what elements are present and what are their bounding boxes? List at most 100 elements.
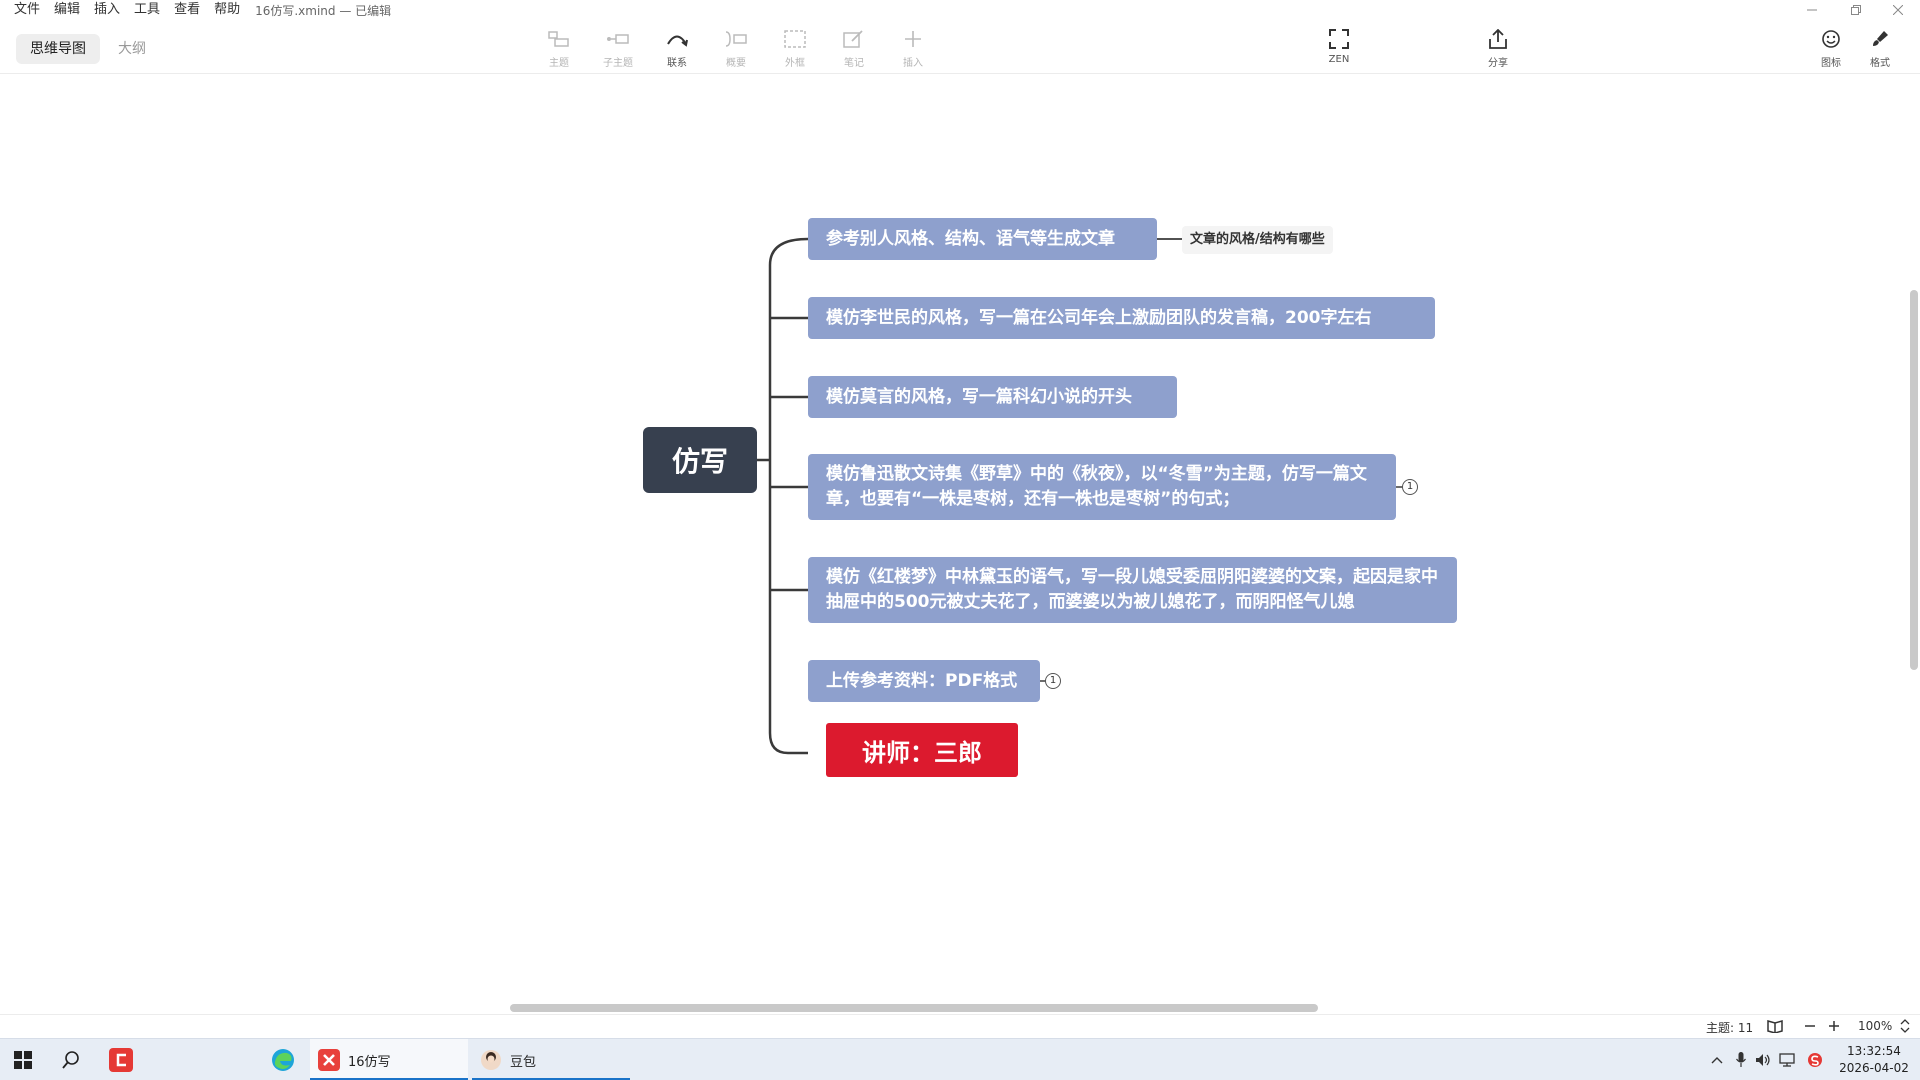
subtopic-tool-button[interactable]: 子主题 bbox=[591, 26, 645, 72]
summary-tool-label: 概要 bbox=[726, 58, 746, 69]
minimize-icon bbox=[1807, 9, 1817, 11]
topic-text: 模仿鲁迅散文诗集《野草》中的《秋夜》，以“冬雪”为主题，仿写一篇文章，也要有“一… bbox=[826, 464, 1367, 509]
icon-panel-label: 图标 bbox=[1821, 58, 1841, 69]
format-panel-button[interactable]: 格式 bbox=[1853, 26, 1907, 72]
clock-time: 13:32:54 bbox=[1847, 1044, 1901, 1058]
search-icon bbox=[62, 1051, 79, 1069]
tab-mindmap[interactable]: 思维导图 bbox=[16, 34, 100, 64]
taskbar-app-label: 豆包 bbox=[510, 1054, 537, 1070]
note-tool-label: 笔记 bbox=[844, 58, 864, 69]
speaker-icon bbox=[1756, 1054, 1770, 1066]
vertical-scrollbar[interactable] bbox=[1910, 290, 1918, 670]
doubao-avatar-icon bbox=[481, 1050, 501, 1070]
share-icon bbox=[1485, 26, 1511, 52]
close-icon bbox=[1893, 5, 1903, 15]
app-logo-icon bbox=[109, 1048, 133, 1072]
plus-icon bbox=[1829, 1021, 1839, 1031]
note-tool-button[interactable]: 笔记 bbox=[827, 26, 881, 72]
share-button[interactable]: 分享 bbox=[1471, 26, 1525, 72]
taskbar: 16仿写 豆包 13:32:54 2026-04-02 bbox=[0, 1038, 1920, 1080]
topic-count: 主题: 11 bbox=[1706, 1021, 1754, 1035]
clock-date: 2026-04-02 bbox=[1839, 1061, 1909, 1075]
summary-icon bbox=[723, 26, 749, 52]
zoom-in-button[interactable] bbox=[1825, 1017, 1843, 1035]
zen-mode-label: ZEN bbox=[1328, 54, 1350, 65]
insert-tool-label: 插入 bbox=[903, 58, 923, 69]
tray-volume[interactable] bbox=[1752, 1049, 1774, 1071]
tab-outline[interactable]: 大纲 bbox=[104, 34, 160, 64]
zen-mode-button[interactable]: ZEN bbox=[1312, 26, 1366, 72]
status-bar: 主题: 11 100% bbox=[0, 1014, 1920, 1038]
topic-tool-button[interactable]: 主题 bbox=[532, 26, 586, 72]
menu-file[interactable]: 文件 bbox=[0, 0, 47, 20]
menu-view[interactable]: 查看 bbox=[167, 0, 207, 20]
menu-insert[interactable]: 插入 bbox=[87, 0, 127, 20]
book-icon bbox=[1767, 1020, 1783, 1033]
taskbar-edge[interactable] bbox=[268, 1045, 298, 1075]
document-title: 16仿写.xmind — 已编辑 bbox=[255, 3, 392, 18]
tray-network[interactable] bbox=[1776, 1049, 1798, 1071]
collapse-count-badge[interactable]: 1 bbox=[1402, 479, 1418, 495]
edge-browser-icon bbox=[272, 1049, 294, 1071]
note-icon bbox=[841, 26, 867, 52]
collapse-count-badge[interactable]: 1 bbox=[1045, 673, 1061, 689]
boundary-icon bbox=[782, 26, 808, 52]
topic-tool-label: 主题 bbox=[549, 58, 569, 69]
restore-icon bbox=[1851, 5, 1861, 15]
search-button[interactable] bbox=[56, 1045, 86, 1075]
menu-edit[interactable]: 编辑 bbox=[47, 0, 87, 20]
topic-text: 模仿《红楼梦》中林黛玉的语气，写一段儿媳受委屈阴阳婆婆的文案，起因是家中抽屉中的… bbox=[826, 567, 1438, 612]
zoom-out-button[interactable] bbox=[1801, 1017, 1819, 1035]
icon-panel-button[interactable]: 图标 bbox=[1804, 26, 1858, 72]
brush-icon bbox=[1867, 26, 1893, 52]
tray-expand-button[interactable] bbox=[1706, 1049, 1728, 1071]
map-view-button[interactable] bbox=[1766, 1017, 1784, 1035]
chevron-updown-icon bbox=[1900, 1019, 1910, 1033]
topic-imitate-lu-xun[interactable]: 模仿鲁迅散文诗集《野草》中的《秋夜》，以“冬雪”为主题，仿写一篇文章，也要有“一… bbox=[808, 454, 1396, 520]
topic-reference-style[interactable]: 参考别人风格、结构、语气等生成文章 bbox=[808, 218, 1157, 260]
topic-imitate-li-shimin[interactable]: 模仿李世民的风格，写一篇在公司年会上激励团队的发言稿，200字左右 bbox=[808, 297, 1435, 339]
topic-text: 模仿莫言的风格，写一篇科幻小说的开头 bbox=[826, 386, 1132, 407]
close-button[interactable] bbox=[1876, 0, 1920, 20]
mindmap-canvas[interactable]: 仿写 参考别人风格、结构、语气等生成文章 文章的风格/结构有哪些 模仿李世民的风… bbox=[0, 75, 1920, 1010]
network-icon bbox=[1779, 1053, 1795, 1067]
taskbar-clock[interactable]: 13:32:54 2026-04-02 bbox=[1834, 1043, 1914, 1077]
topic-text: 模仿李世民的风格，写一篇在公司年会上激励团队的发言稿，200字左右 bbox=[826, 307, 1372, 328]
relationship-tool-label: 联系 bbox=[667, 58, 687, 69]
lecturer-label[interactable]: 讲师：三郎 bbox=[826, 723, 1018, 777]
taskbar-app-doubao[interactable]: 豆包 bbox=[472, 1039, 630, 1080]
topic-imitate-lin-daiyu[interactable]: 模仿《红楼梦》中林黛玉的语气，写一段儿媳受委屈阴阳婆婆的文案，起因是家中抽屉中的… bbox=[808, 557, 1457, 623]
xmind-icon bbox=[318, 1049, 340, 1071]
zoom-level[interactable]: 100% bbox=[1858, 1019, 1892, 1033]
chevron-up-icon bbox=[1711, 1057, 1723, 1064]
horizontal-scrollbar[interactable] bbox=[510, 1004, 1318, 1012]
topic-text: 参考别人风格、结构、语气等生成文章 bbox=[826, 228, 1115, 249]
minimize-button[interactable] bbox=[1790, 0, 1834, 20]
restore-button[interactable] bbox=[1834, 0, 1878, 20]
central-topic[interactable]: 仿写 bbox=[643, 427, 757, 493]
plus-icon bbox=[900, 26, 926, 52]
share-label: 分享 bbox=[1488, 58, 1508, 69]
windows-icon bbox=[14, 1051, 32, 1069]
relationship-icon bbox=[664, 26, 690, 52]
subtopic-style-structure[interactable]: 文章的风格/结构有哪些 bbox=[1182, 226, 1333, 254]
relationship-tool-button[interactable]: 联系 bbox=[650, 26, 704, 72]
format-panel-label: 格式 bbox=[1870, 58, 1890, 69]
boundary-tool-button[interactable]: 外框 bbox=[768, 26, 822, 72]
menu-tools[interactable]: 工具 bbox=[127, 0, 167, 20]
topic-imitate-mo-yan[interactable]: 模仿莫言的风格，写一篇科幻小说的开头 bbox=[808, 376, 1177, 418]
taskbar-app-label: 16仿写 bbox=[348, 1054, 391, 1070]
tray-input-method[interactable] bbox=[1804, 1049, 1826, 1071]
subtopic-tool-label: 子主题 bbox=[603, 58, 633, 69]
zoom-stepper[interactable] bbox=[1896, 1017, 1914, 1035]
subtopic-icon bbox=[605, 26, 631, 52]
summary-tool-button[interactable]: 概要 bbox=[709, 26, 763, 72]
topic-upload-pdf[interactable]: 上传参考资料：PDF格式 bbox=[808, 660, 1040, 702]
topic-text: 上传参考资料：PDF格式 bbox=[826, 670, 1018, 691]
menu-help[interactable]: 帮助 bbox=[207, 0, 247, 20]
taskbar-app-red[interactable] bbox=[106, 1045, 136, 1075]
start-button[interactable] bbox=[8, 1045, 38, 1075]
taskbar-app-xmind[interactable]: 16仿写 bbox=[310, 1039, 468, 1080]
insert-tool-button[interactable]: 插入 bbox=[886, 26, 940, 72]
tray-microphone[interactable] bbox=[1730, 1049, 1752, 1071]
